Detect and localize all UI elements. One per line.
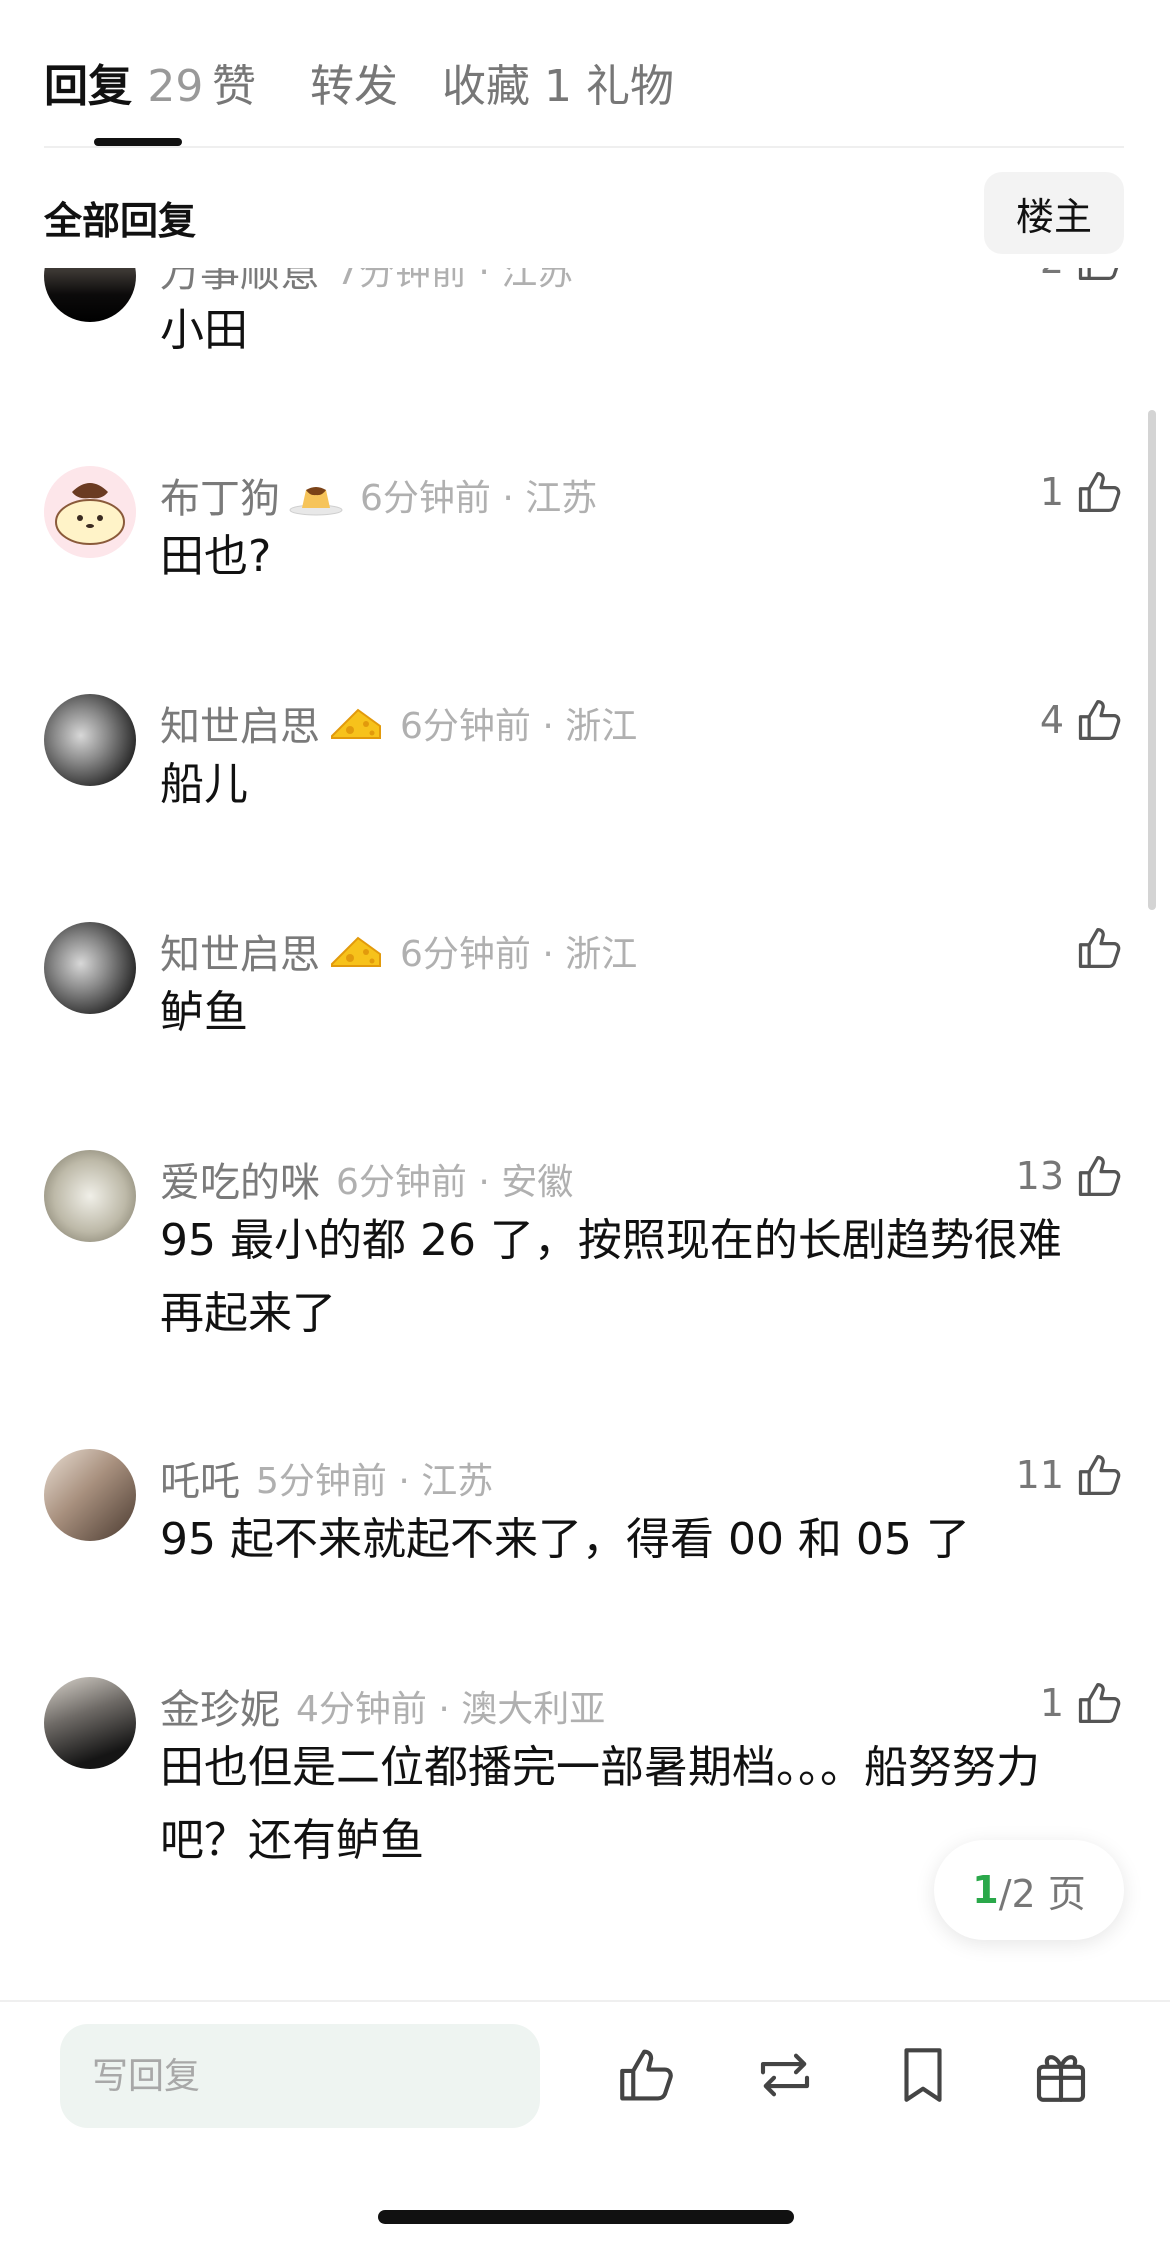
comment-text: 小田 [160, 305, 248, 356]
tab-favorites-count: 1 [544, 61, 572, 112]
tab-bar: 回复 29 赞 转发 收藏 1 礼物 [0, 0, 1170, 148]
comment-item: 万事顺意 7分钟前 · 江苏 2 小田 [0, 268, 1170, 466]
tab-replies-count: 29 [147, 61, 204, 112]
thumbs-up-icon [620, 2049, 673, 2101]
like-control[interactable]: 4 [1040, 694, 1126, 746]
comment-list[interactable]: 万事顺意 7分钟前 · 江苏 2 小田 布丁狗 [0, 268, 1170, 2000]
thumbs-up-icon [1078, 927, 1121, 969]
comment-item: 布丁狗 6分钟前 · 江苏 1 田也? [0, 466, 1170, 626]
thumbs-up-icon [1078, 1682, 1121, 1724]
username[interactable]: 金珍妮 [160, 1677, 280, 1735]
comment-text: 鲈鱼 [160, 987, 248, 1038]
like-control[interactable] [1064, 922, 1126, 974]
user-avatar[interactable] [44, 922, 136, 1014]
username[interactable]: 知世启思 [160, 694, 320, 752]
tab-replies[interactable]: 回复 29 [44, 50, 203, 114]
like-control[interactable]: 2 [1040, 268, 1126, 286]
comment-text: 95 起不来就起不来了，得看 00 和 05 了 [160, 1514, 970, 1565]
thumbs-up-icon [1078, 471, 1121, 513]
active-tab-indicator [94, 138, 182, 146]
comment-time-location: 7分钟前 · 江苏 [336, 268, 574, 293]
pompompurin-image [44, 466, 136, 558]
reply-input[interactable] [60, 2024, 540, 2128]
like-count: 1 [1039, 470, 1064, 514]
thumbs-up-icon [1078, 1454, 1121, 1496]
comment-time-location: 6分钟前 · 浙江 [400, 934, 638, 975]
comment-meta: 知世启思 6分钟前 · 浙江 [160, 922, 637, 980]
tab-favorites-label: 收藏 [442, 61, 530, 112]
bookmark-button[interactable] [890, 2042, 956, 2108]
comment-item: 吒吒 5分钟前 · 江苏 11 95 起不来就起不来了，得看 00 和 05 了 [0, 1449, 1170, 1609]
comment-meta: 金珍妮 4分钟前 · 澳大利亚 [160, 1677, 605, 1735]
owner-only-button[interactable]: 楼主 [984, 172, 1124, 254]
like-button[interactable] [614, 2042, 680, 2108]
comment-item: 爱吃的咪 6分钟前 · 安徽 13 95 最小的都 26 了，按照现在的长剧趋势… [0, 1150, 1170, 1392]
like-control[interactable]: 13 [1016, 1150, 1126, 1202]
tab-reposts[interactable]: 转发 [310, 50, 398, 114]
username[interactable]: 知世启思 [160, 922, 320, 980]
user-avatar[interactable] [44, 1449, 136, 1541]
home-indicator [378, 2210, 794, 2224]
username[interactable]: 布丁狗 [160, 466, 280, 524]
divider [44, 146, 1124, 148]
comment-item: 知世启思 6分钟前 · 浙江 鲈鱼 [0, 922, 1170, 1082]
cheese-icon [331, 936, 381, 967]
tab-likes[interactable]: 赞 [212, 50, 256, 114]
total-pages: /2 页 [998, 1871, 1086, 1916]
comment-time-location: 6分钟前 · 浙江 [400, 706, 638, 747]
username[interactable]: 吒吒 [160, 1449, 240, 1507]
comment-time-location: 5分钟前 · 江苏 [256, 1461, 494, 1502]
like-count: 11 [1015, 1453, 1064, 1497]
like-control[interactable]: 1 [1040, 1677, 1126, 1729]
tab-favorites[interactable]: 收藏 1 [442, 50, 572, 114]
thumbs-up-icon [1078, 699, 1121, 741]
comment-time-location: 4分钟前 · 澳大利亚 [296, 1689, 606, 1730]
tab-likes-label: 赞 [212, 61, 256, 112]
tab-gifts[interactable]: 礼物 [586, 50, 674, 114]
username[interactable]: 爱吃的咪 [160, 1150, 320, 1208]
user-avatar[interactable] [44, 1677, 136, 1769]
comment-meta: 吒吒 5分钟前 · 江苏 [160, 1449, 493, 1507]
gift-icon [1036, 2055, 1086, 2102]
pudding-icon [289, 487, 343, 516]
comment-item: 知世启思 6分钟前 · 浙江 4 船儿 [0, 694, 1170, 854]
like-count: 1 [1039, 1681, 1064, 1725]
user-avatar[interactable] [44, 1150, 136, 1242]
comment-meta: 爱吃的咪 6分钟前 · 安徽 [160, 1150, 573, 1208]
thumbs-up-icon [1078, 1155, 1121, 1197]
comment-time-location: 6分钟前 · 江苏 [360, 478, 598, 519]
user-avatar[interactable] [44, 694, 136, 786]
comment-text: 田也? [160, 531, 272, 582]
tab-replies-label: 回复 [44, 61, 132, 112]
cheese-icon [331, 708, 381, 739]
tab-reposts-label: 转发 [310, 61, 398, 112]
all-replies-title: 全部回复 [44, 199, 197, 243]
tab-gifts-label: 礼物 [586, 61, 674, 112]
bottom-action-bar [0, 2000, 1170, 2244]
like-control[interactable]: 1 [1040, 466, 1126, 518]
scrollbar[interactable] [1148, 410, 1156, 910]
like-control[interactable]: 11 [1016, 1449, 1126, 1501]
current-page: 1 [972, 1868, 999, 1912]
user-avatar[interactable] [44, 466, 136, 558]
gift-button[interactable] [1028, 2042, 1094, 2108]
comment-text: 95 最小的都 26 了，按照现在的长剧趋势很难再起来了 [160, 1215, 1062, 1339]
like-count: 4 [1039, 698, 1064, 742]
comment-text: 船儿 [160, 759, 248, 810]
page-indicator[interactable]: 1 /2 页 [934, 1840, 1124, 1940]
comment-meta: 布丁狗 6分钟前 · 江苏 [160, 466, 597, 524]
repost-icon [760, 2053, 810, 2097]
user-avatar[interactable] [44, 268, 136, 322]
like-count: 13 [1015, 1154, 1064, 1198]
comment-meta: 知世启思 6分钟前 · 浙江 [160, 694, 637, 752]
bookmark-icon [904, 2048, 942, 2102]
thumbs-up-icon [1078, 268, 1119, 281]
repost-button[interactable] [752, 2042, 818, 2108]
comment-time-location: 6分钟前 · 安徽 [336, 1162, 574, 1203]
like-count: 2 [1040, 268, 1064, 282]
